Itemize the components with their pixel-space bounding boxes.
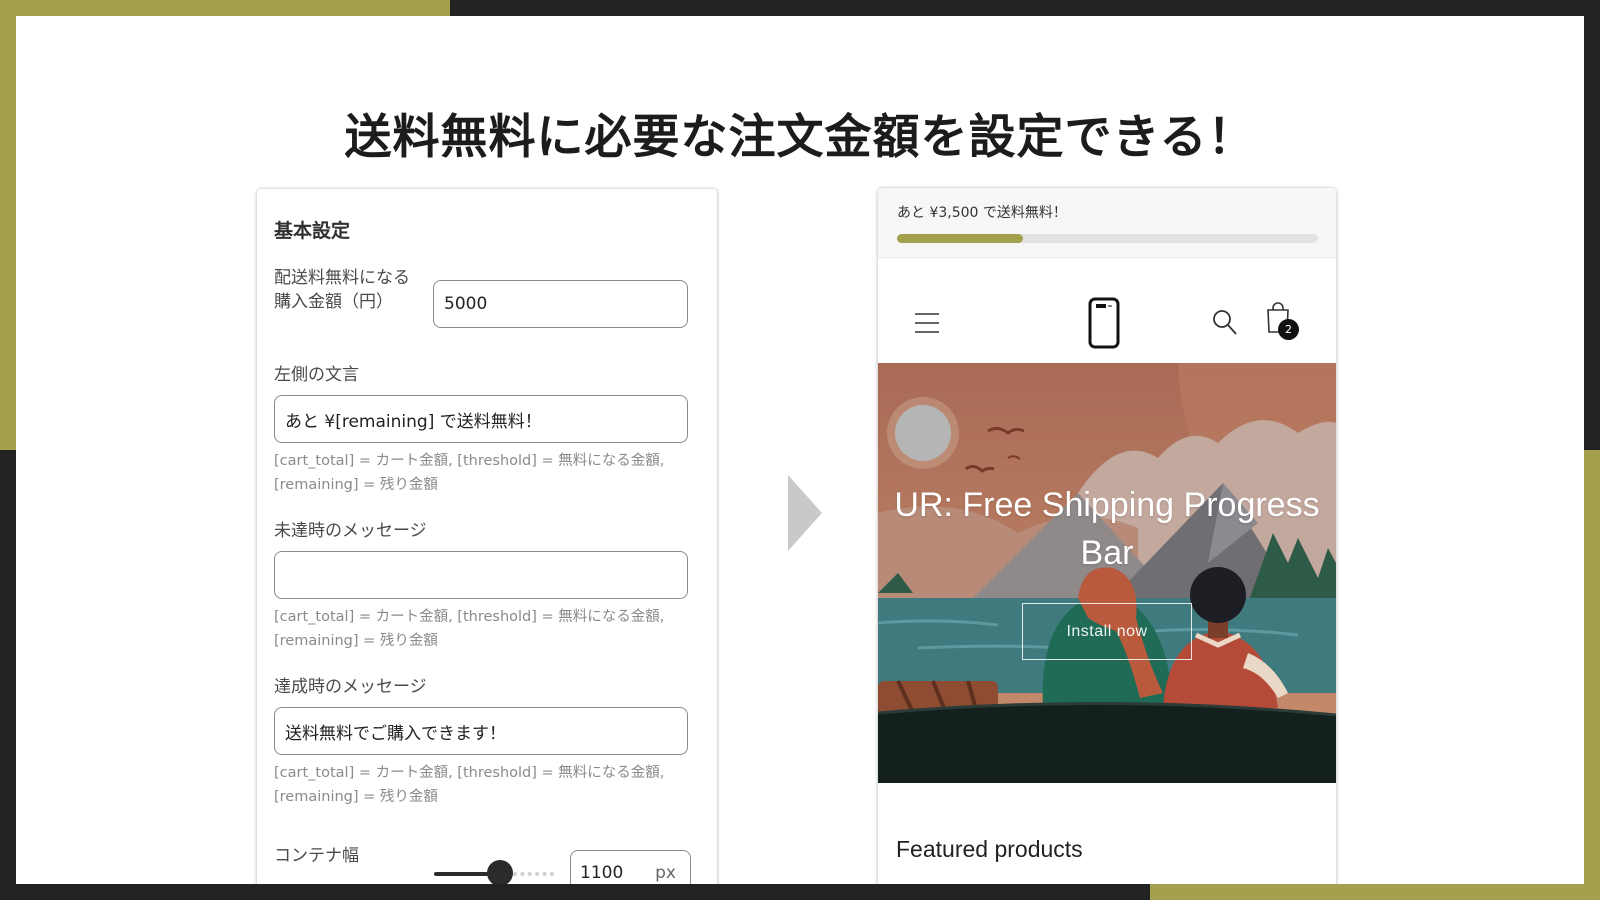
help-text: [cart_total] = カート金額, [threshold] = 無料にな… xyxy=(274,453,665,493)
container-width-unit: px xyxy=(655,863,676,883)
settings-panel: 基本設定 配送料無料になる 購入金額（円） 左側の文言 [cart_total]… xyxy=(257,189,717,884)
pending-message-label: 未達時のメッセージ xyxy=(274,521,427,541)
free-shipping-bar: あと ¥3,500 で送料無料！ xyxy=(878,188,1336,258)
cart-button[interactable]: 2 xyxy=(1266,302,1306,344)
achieved-message-label: 達成時のメッセージ xyxy=(274,677,427,697)
install-now-button[interactable]: Install now xyxy=(1022,603,1192,660)
achieved-message-input[interactable] xyxy=(274,707,688,755)
threshold-input[interactable] xyxy=(433,280,688,328)
featured-products-heading: Featured products xyxy=(896,836,1083,862)
help-text: [cart_total] = カート金額, [threshold] = 無料にな… xyxy=(274,765,665,805)
progress-fill xyxy=(897,234,1024,243)
container-width-label: コンテナ幅 xyxy=(274,846,359,866)
search-icon[interactable] xyxy=(1212,309,1238,337)
cart-count-badge: 2 xyxy=(1278,319,1299,340)
menu-icon[interactable] xyxy=(914,310,940,336)
announcement-text: あと ¥3,500 で送料無料！ xyxy=(897,205,1067,221)
slider-thumb[interactable] xyxy=(487,860,513,884)
threshold-label: 配送料無料になる 購入金額（円） xyxy=(274,268,410,312)
pending-message-input[interactable] xyxy=(274,551,688,599)
phone-logo-icon[interactable] xyxy=(1088,297,1120,349)
container-width-value: 1100 xyxy=(580,863,624,883)
left-text-input[interactable] xyxy=(274,395,688,443)
slide: 送料無料に必要な注文金額を設定できる！ 基本設定 配送料無料になる 購入金額（円… xyxy=(16,16,1584,884)
help-text: [cart_total] = カート金額, [threshold] = 無料にな… xyxy=(274,609,665,649)
hero-banner: UR: Free Shipping Progress Bar Install n… xyxy=(878,363,1336,783)
progress-track xyxy=(897,234,1318,243)
hero-title: UR: Free Shipping Progress Bar xyxy=(894,486,1320,572)
slider-rest xyxy=(513,872,554,876)
storefront-preview: あと ¥3,500 で送料無料！ 2 UR: Free Shipping Pro… xyxy=(878,188,1336,884)
headline: 送料無料に必要な注文金額を設定できる！ xyxy=(344,110,1256,165)
container-width-input[interactable]: 1100 px xyxy=(570,850,691,884)
arrow-right-icon xyxy=(788,475,822,551)
settings-title: 基本設定 xyxy=(274,220,351,242)
left-text-label: 左側の文言 xyxy=(274,365,359,385)
